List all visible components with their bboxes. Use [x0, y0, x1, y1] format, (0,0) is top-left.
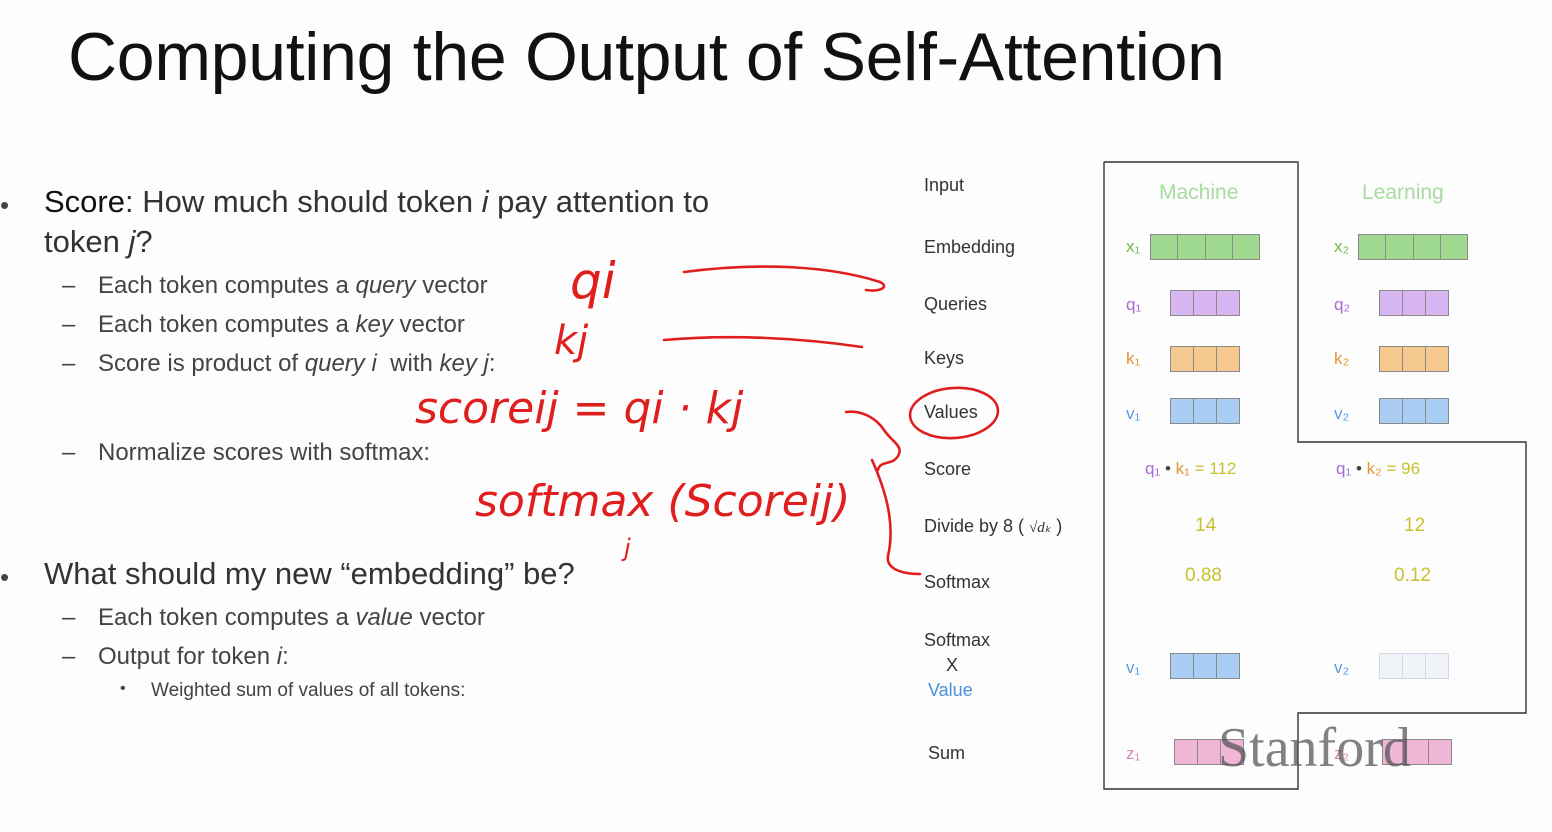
- hand-score-equation: scoreij = qi · kj: [415, 383, 744, 434]
- arrow-keys: [662, 335, 864, 349]
- hand-sub-j: j: [621, 534, 631, 562]
- hand-softmax: softmax (Scoreij): [475, 476, 850, 527]
- hand-qi: qi: [570, 252, 616, 310]
- connector-softmax: [870, 458, 922, 576]
- circle-values: [908, 386, 1000, 440]
- hand-kj: kj: [554, 318, 589, 364]
- arrow-queries: [682, 265, 886, 292]
- handwritten-annotations: qi kj scoreij = qi · kj softmax (Scoreij…: [415, 252, 1000, 576]
